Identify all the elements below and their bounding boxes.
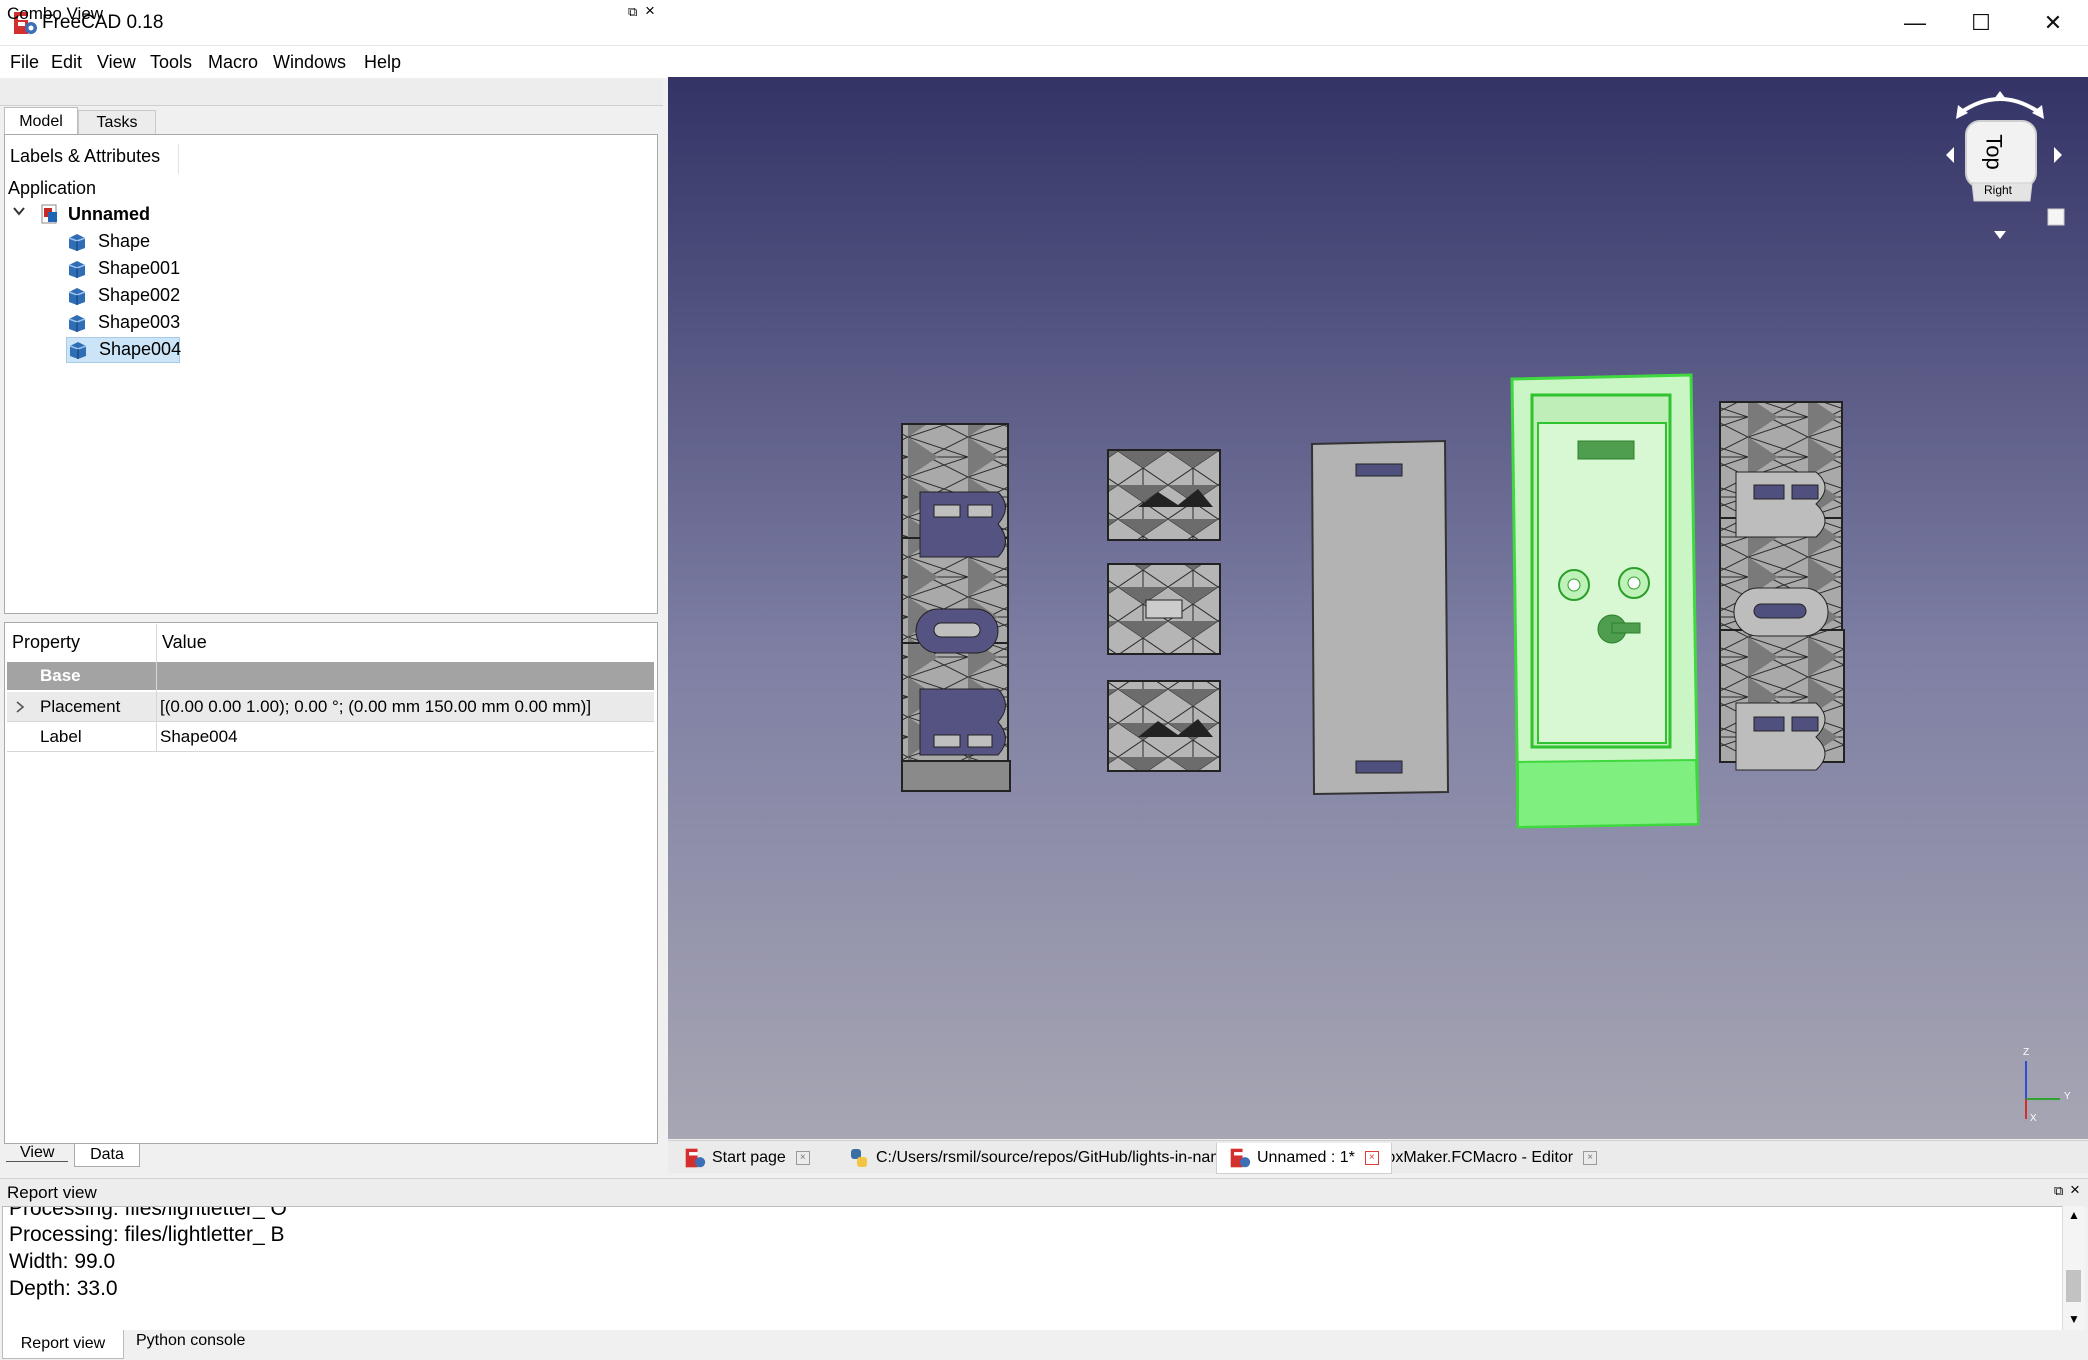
letter-tiles-small[interactable] [1107, 449, 1221, 772]
axis-cross: Z Y X [2008, 1047, 2078, 1127]
axis-z-label: Z [2023, 1047, 2030, 1058]
chevron-right-icon[interactable] [15, 701, 25, 713]
close-tab-icon[interactable]: × [1583, 1151, 1598, 1165]
part-cube-icon [68, 234, 86, 251]
tree-item-label: Shape001 [98, 258, 181, 278]
menu-bar: File Edit View Tools Macro Windows Help [0, 46, 2088, 78]
scroll-thumb[interactable] [2066, 1270, 2081, 1302]
tab-label: Unnamed : 1* [1257, 1149, 1355, 1166]
combo-view-title: Combo View [7, 4, 104, 23]
tree-item-shape[interactable]: Shape [66, 230, 156, 254]
part-cube-icon [69, 342, 87, 359]
chevron-down-icon[interactable] [12, 204, 26, 221]
scene [901, 373, 1845, 829]
scroll-up-icon[interactable]: ▲ [2068, 1208, 2080, 1222]
tree-item-label: Shape002 [98, 285, 181, 305]
undock-icon[interactable]: ⧉ [2054, 1183, 2063, 1199]
selected-box-shape004[interactable] [1510, 373, 1700, 829]
freecad-logo-icon [685, 1148, 706, 1168]
tab-start-page[interactable]: Start page × [684, 1145, 810, 1171]
undock-icon[interactable]: ⧉ [628, 4, 637, 20]
menu-tools[interactable]: Tools [150, 52, 192, 73]
property-value[interactable]: [(0.00 0.00 1.00); 0.00 °; (0.00 mm 150.… [160, 697, 591, 717]
tree-root-unnamed[interactable]: Unnamed [68, 204, 150, 225]
tree-item-shape003[interactable]: Shape003 [66, 311, 184, 335]
report-output[interactable]: Processing: files/lightletter_ O Process… [2, 1206, 2064, 1332]
minimize-button[interactable]: — [1880, 0, 1950, 45]
document-icon [41, 204, 57, 224]
maximize-button[interactable]: ☐ [1946, 0, 2016, 45]
navcube-top-label: Top [1981, 134, 2007, 170]
tree-item-shape002[interactable]: Shape002 [66, 284, 184, 308]
close-tab-icon[interactable]: × [1364, 1151, 1379, 1165]
panel-close-icon[interactable]: × [645, 1, 655, 21]
freecad-logo-icon [1230, 1148, 1251, 1168]
property-name: Placement [40, 697, 121, 716]
tab-label: Start page [712, 1149, 786, 1166]
menu-edit[interactable]: Edit [51, 52, 82, 73]
property-group-base[interactable] [7, 662, 654, 690]
menu-help[interactable]: Help [364, 52, 401, 73]
part-cube-icon [68, 261, 86, 278]
tab-data[interactable]: Data [74, 1144, 140, 1167]
menu-windows[interactable]: Windows [273, 52, 346, 73]
close-button[interactable]: ✕ [2018, 0, 2088, 45]
tree-item-shape004[interactable]: Shape004 [66, 337, 182, 363]
bottom-tab-bar [0, 1330, 2088, 1360]
report-view-title: Report view [7, 1183, 97, 1202]
menu-macro[interactable]: Macro [208, 52, 258, 73]
tree-item-label: Shape [98, 231, 151, 251]
part-cube-icon [68, 315, 86, 332]
property-name: Label [40, 727, 82, 746]
panel-close-icon[interactable]: × [2070, 1180, 2080, 1200]
tab-unnamed[interactable]: Unnamed : 1* × [1216, 1143, 1392, 1174]
tree-item-label: Shape004 [99, 339, 182, 359]
report-line: Depth: 33.0 [9, 1277, 118, 1300]
value-column-header: Value [162, 632, 207, 652]
navigation-cube[interactable]: Top Right [1920, 83, 2080, 243]
property-column-header: Property [12, 632, 81, 652]
tree-header-label[interactable]: Labels & Attributes [10, 146, 160, 167]
tab-view-label: View [6, 1144, 69, 1162]
combo-view-header [0, 79, 663, 106]
letter-stack-right[interactable] [1719, 401, 1845, 771]
property-row-label[interactable]: Label Shape004 [7, 722, 654, 752]
report-line: Processing: files/lightletter_ B [9, 1223, 285, 1246]
column-divider [156, 624, 157, 752]
letter-stack-left[interactable] [901, 423, 1011, 792]
report-scrollbar[interactable]: ▲ ▼ [2062, 1206, 2085, 1330]
property-value[interactable]: Shape004 [160, 727, 238, 747]
part-cube-icon [68, 288, 86, 305]
menu-file[interactable]: File [10, 52, 39, 73]
report-view-header: ⧉ × [0, 1178, 2088, 1207]
tree-item-label: Shape003 [98, 312, 181, 332]
tree-application-label: Application [8, 178, 97, 198]
property-row-placement[interactable]: Placement [(0.00 0.00 1.00); 0.00 °; (0.… [7, 692, 654, 722]
tab-model[interactable]: Model [4, 107, 78, 135]
navcube-right-label: Right [1984, 183, 2013, 197]
axis-y-label: Y [2064, 1091, 2071, 1102]
report-line: Width: 99.0 [9, 1250, 116, 1273]
tab-tasks[interactable]: Tasks [78, 110, 156, 135]
tab-view[interactable]: View [6, 1144, 69, 1162]
document-tabs: Start page × C:/Users/rsmil/source/repos… [668, 1140, 2088, 1174]
tree-item-shape001[interactable]: Shape001 [66, 257, 184, 281]
close-tab-icon[interactable]: × [795, 1151, 810, 1165]
tab-python-console[interactable]: Python console [136, 1332, 245, 1350]
axis-graphic [2025, 1061, 2060, 1119]
tab-report-view[interactable]: Report view [2, 1330, 124, 1359]
menu-view[interactable]: View [97, 52, 136, 73]
scroll-down-icon[interactable]: ▼ [2068, 1312, 2080, 1326]
title-bar: FreeCAD 0.18 — ☐ ✕ [0, 0, 2088, 46]
3d-viewport[interactable]: Top Right Z Y X [668, 77, 2088, 1139]
report-line: Processing: files/lightletter_ O [9, 1206, 287, 1220]
back-plate[interactable] [1310, 439, 1450, 796]
axis-x-label: X [2030, 1113, 2037, 1124]
python-icon [851, 1149, 867, 1167]
property-group-label: Base [40, 666, 81, 685]
